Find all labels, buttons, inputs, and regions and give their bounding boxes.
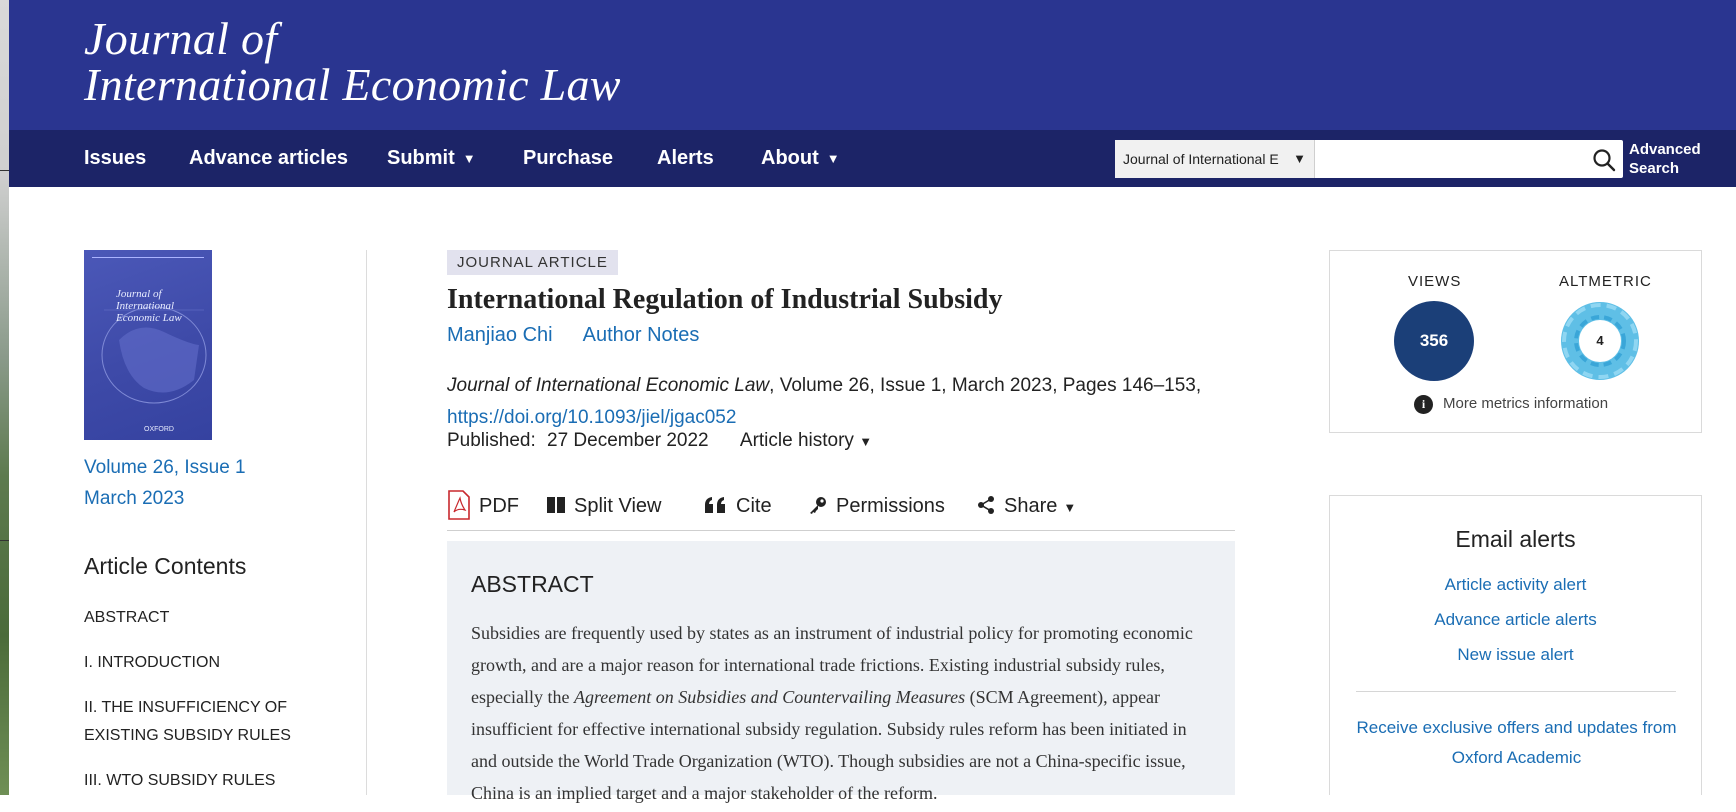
- search-input[interactable]: [1316, 140, 1576, 178]
- citation-details: , Volume 26, Issue 1, March 2023, Pages …: [769, 375, 1202, 396]
- chevron-down-icon: ▼: [826, 151, 840, 166]
- altmetric-label: ALTMETRIC: [1559, 273, 1652, 290]
- nav-advance-articles-label: Advance articles: [189, 147, 348, 169]
- search-scope-select[interactable]: Journal of International E ▼: [1115, 140, 1315, 178]
- publication-info: Published: 27 December 2022 Article hist…: [447, 430, 872, 452]
- abstract-text: Subsidies are frequently used by states …: [471, 617, 1216, 809]
- views-count[interactable]: 356: [1394, 301, 1474, 381]
- journal-header: Journal of International Economic Law: [9, 0, 1736, 130]
- altmetric-score: 4: [1587, 328, 1613, 354]
- nav-alerts-label: Alerts: [657, 147, 714, 169]
- more-metrics-label: More metrics information: [1443, 395, 1609, 412]
- table-of-contents: ABSTRACT I. INTRODUCTION II. THE INSUFFI…: [84, 604, 324, 812]
- cite-label: Cite: [736, 495, 772, 517]
- author-link[interactable]: Manjiao Chi: [447, 324, 553, 346]
- article-contents-heading: Article Contents: [84, 553, 247, 579]
- desktop-edge: [0, 0, 9, 795]
- doi-link[interactable]: https://doi.org/10.1093/jiel/jgac052: [447, 407, 736, 428]
- advance-article-alerts-link[interactable]: Advance article alerts: [1330, 610, 1701, 630]
- citation-journal: Journal of International Economic Law: [447, 375, 770, 396]
- permissions-button[interactable]: Permissions: [808, 488, 945, 524]
- nav-advance-articles[interactable]: Advance articles: [189, 130, 348, 187]
- cover-publisher-mark: OXFORD: [144, 426, 174, 433]
- cite-button[interactable]: Cite: [704, 488, 772, 524]
- altmetric-donut[interactable]: 4: [1560, 301, 1640, 381]
- more-metrics-link[interactable]: i More metrics information: [1414, 395, 1608, 414]
- email-alerts-heading: Email alerts: [1455, 526, 1576, 552]
- author-line: Manjiao Chi Author Notes: [447, 324, 729, 347]
- nav-issues-label: Issues: [84, 147, 147, 169]
- split-view-label: Split View: [574, 495, 662, 517]
- toc-item-introduction[interactable]: I. INTRODUCTION: [84, 649, 324, 677]
- toc-item-wto-rules[interactable]: III. WTO SUBSIDY RULES: [84, 767, 324, 795]
- published-label: Published:: [447, 430, 536, 451]
- search-scope-value: Journal of International E: [1123, 151, 1279, 167]
- citation: Journal of International Economic Law, V…: [447, 370, 1201, 434]
- toc-item-insufficiency-line2[interactable]: EXISTING SUBSIDY RULES: [84, 722, 324, 750]
- nav-submit[interactable]: Submit ▼: [387, 130, 476, 187]
- cover-journal-name: Journal of International Economic Law: [116, 288, 182, 324]
- new-issue-alert-link[interactable]: New issue alert: [1330, 645, 1701, 665]
- main-nav: Issues Advance articles Submit ▼ Purchase…: [9, 130, 1736, 187]
- abstract-section: ABSTRACT Subsidies are frequently used b…: [447, 541, 1235, 803]
- nav-about[interactable]: About ▼: [761, 130, 840, 187]
- share-icon: [978, 495, 994, 514]
- chevron-down-icon: ▼: [1063, 500, 1077, 515]
- article-history-toggle[interactable]: Article history ▼: [740, 430, 872, 451]
- chevron-down-icon: ▼: [859, 434, 873, 449]
- search-bar: Journal of International E ▼: [1115, 140, 1623, 178]
- issue-link[interactable]: Volume 26, Issue 1 March 2023: [84, 452, 246, 514]
- logo-line-2: International Economic Law: [84, 59, 621, 110]
- published-date: 27 December 2022: [547, 430, 709, 451]
- share-button[interactable]: Share ▼: [976, 488, 1076, 524]
- metrics-panel: VIEWS 356 ALTMETRIC 4 i More metrics info…: [1329, 250, 1702, 433]
- alerts-divider: [1356, 691, 1676, 692]
- advanced-search-link[interactable]: Advanced Search: [1629, 140, 1701, 178]
- article-activity-alert-link[interactable]: Article activity alert: [1330, 575, 1701, 595]
- permissions-label: Permissions: [836, 495, 945, 517]
- pdf-button[interactable]: PDF: [447, 488, 519, 524]
- key-icon: [810, 496, 826, 514]
- article-type-badge: JOURNAL ARTICLE: [447, 250, 618, 275]
- chevron-down-icon: ▼: [462, 151, 476, 166]
- article-page: Journal of International Economic Law Is…: [9, 0, 1736, 803]
- pdf-icon: [448, 489, 470, 520]
- article-title: International Regulation of Industrial S…: [447, 284, 1003, 315]
- search-icon[interactable]: [1591, 147, 1617, 173]
- journal-logo[interactable]: Journal of International Economic Law: [84, 16, 621, 108]
- split-view-icon: [547, 496, 565, 513]
- advanced-search-line-1: Advanced: [1629, 141, 1701, 158]
- split-view-button[interactable]: Split View: [546, 488, 661, 524]
- nav-purchase[interactable]: Purchase: [523, 130, 613, 187]
- exclusive-offers-link[interactable]: Receive exclusive offers and updates fro…: [1350, 713, 1683, 773]
- author-notes-link[interactable]: Author Notes: [583, 324, 700, 346]
- issue-date: March 2023: [84, 488, 185, 509]
- views-label: VIEWS: [1408, 273, 1462, 290]
- article-history-label: Article history: [739, 430, 854, 451]
- article-toolbar: PDF Split View Cite Permissions Share ▼: [447, 488, 1235, 531]
- nav-issues[interactable]: Issues: [84, 130, 146, 187]
- toc-item-insufficiency-line1: II. THE INSUFFICIENCY OF: [84, 699, 287, 716]
- abstract-text-agreement: Agreement on Subsidies and Countervailin…: [573, 687, 966, 707]
- toc-item-insufficiency[interactable]: II. THE INSUFFICIENCY OF: [84, 694, 324, 722]
- chevron-down-icon: ▼: [1293, 151, 1306, 166]
- share-label: Share: [1004, 495, 1058, 517]
- abstract-heading: ABSTRACT: [471, 571, 594, 597]
- nav-alerts[interactable]: Alerts: [657, 130, 714, 187]
- issue-volume: Volume 26, Issue 1: [84, 457, 246, 478]
- logo-line-1: Journal of: [84, 13, 278, 64]
- advanced-search-line-2: Search: [1629, 160, 1680, 177]
- issue-cover-image[interactable]: Journal of International Economic Law OXFO…: [84, 250, 212, 440]
- nav-about-label: About: [761, 147, 819, 169]
- email-alerts-panel: Email alerts Article activity alert Adva…: [1329, 495, 1702, 795]
- info-icon: i: [1414, 395, 1433, 414]
- column-divider: [366, 250, 367, 795]
- toc-item-abstract[interactable]: ABSTRACT: [84, 604, 324, 632]
- nav-purchase-label: Purchase: [523, 147, 614, 169]
- pdf-label: PDF: [479, 495, 519, 517]
- quote-icon: [705, 496, 725, 513]
- nav-submit-label: Submit: [387, 147, 455, 169]
